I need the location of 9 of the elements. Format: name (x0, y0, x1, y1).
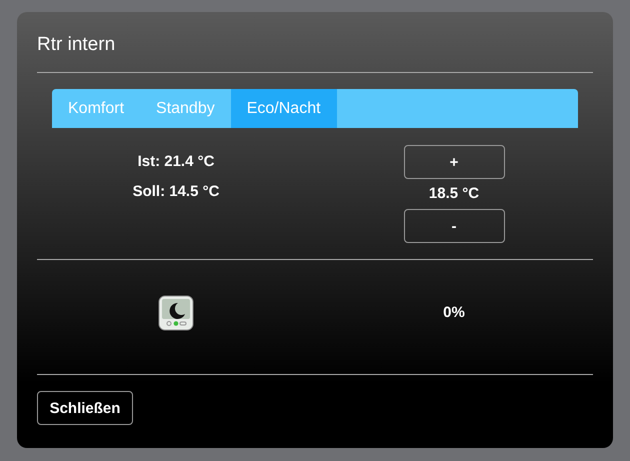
dialog-title: Rtr intern (37, 33, 116, 57)
target-temperature: 18.5 °C (428, 184, 480, 204)
increase-button[interactable]: + (404, 145, 504, 179)
actual-temperature: Ist: 21.4 °C (138, 152, 214, 172)
night-mode-icon (158, 294, 194, 330)
setpoint-temperature: Soll: 14.5 °C (132, 182, 220, 202)
close-button[interactable]: Schließen (37, 391, 133, 425)
output-percentage: 0% (443, 302, 465, 322)
decrease-button[interactable]: - (404, 209, 504, 243)
